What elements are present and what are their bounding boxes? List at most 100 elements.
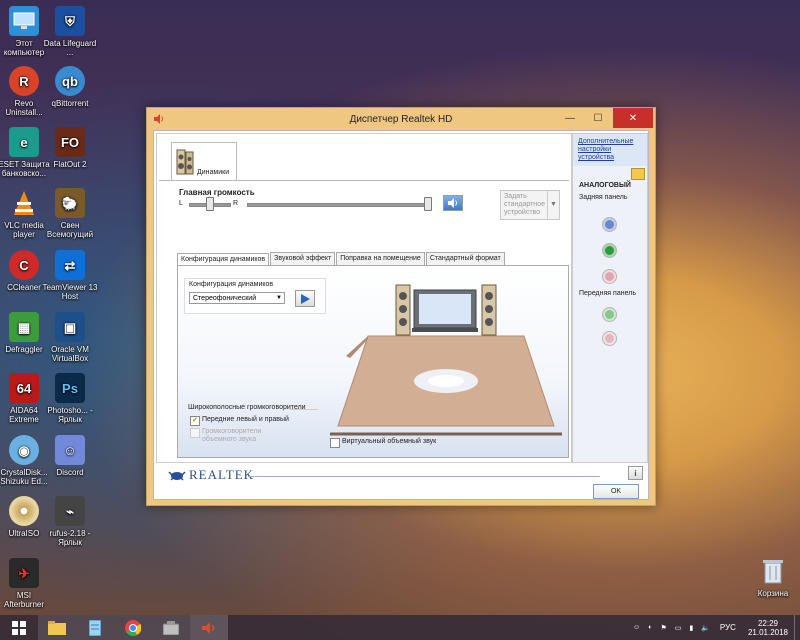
clock-time: 22:29 (757, 618, 778, 628)
desktop-icon-flatout[interactable]: FO FlatOut 2 (42, 127, 98, 169)
taskbar-explorer[interactable] (38, 615, 76, 640)
desktop-icon-teamviewer[interactable]: ⇄ TeamViewer 13 Host (42, 250, 98, 301)
advanced-settings-link[interactable]: Дополнительные настройки устройства (573, 134, 647, 166)
desktop-icon-label: Data Lifeguard ... (43, 39, 97, 57)
maximize-button[interactable]: ☐ (585, 108, 611, 128)
speakers-icon (176, 149, 194, 175)
eset-tray-icon[interactable]: ◐ (648, 624, 652, 631)
network-tray-icon[interactable]: ▮ (689, 624, 693, 632)
speaker-config-select[interactable]: Стереофонический ▼ (189, 292, 285, 304)
jack-pink[interactable] (603, 270, 616, 283)
speaker-room-visual (330, 284, 562, 436)
volume-tray-icon[interactable]: 🔈 (701, 624, 710, 632)
tab-default-format[interactable]: Стандартный формат (425, 252, 505, 265)
jack-green[interactable] (603, 244, 616, 257)
discord-icon: ☺ (55, 435, 85, 465)
main-panel: Динамики Главная громкость L R Задать ст… (156, 133, 572, 463)
sven-icon: 🐑 (55, 188, 85, 218)
desktop-icon-label: qBittorrent (51, 99, 89, 108)
tab-divider (159, 180, 569, 181)
jack-front-pink[interactable] (603, 332, 616, 345)
desktop-icon-label: FlatOut 2 (53, 160, 87, 169)
jack-front-green[interactable] (603, 308, 616, 321)
show-desktop-button[interactable] (794, 615, 800, 640)
flatout-icon: FO (55, 127, 85, 157)
realtek-logo: REALTEK (168, 467, 254, 483)
realtek-window: Диспетчер Realtek HD — ☐ ✕ Динамики Глав… (146, 107, 656, 506)
discord-tray-icon[interactable]: ☺ (633, 624, 640, 631)
desktop-icon-label: UltraISO (8, 529, 40, 538)
taskbar-chrome[interactable] (114, 615, 152, 640)
desktop-icon-rufus[interactable]: ⌁ rufus-2.18 - Ярлык (42, 496, 98, 547)
desktop-icon-qbittorrent[interactable]: qb qBittorrent (42, 66, 98, 108)
desktop-icon-label: rufus-2.18 - Ярлык (49, 529, 91, 547)
mute-button[interactable] (443, 195, 463, 211)
defraggler-icon: ▦ (9, 312, 39, 342)
settings-tabs: Конфигурация динамиков Звуковой эффект П… (177, 252, 506, 266)
desktop-icon-virtualbox[interactable]: ▣ Oracle VM VirtualBox (42, 312, 98, 363)
desktop-icon-photoshop[interactable]: Ps Photosho... - Ярлык (42, 373, 98, 424)
desktop-icon-sven[interactable]: 🐑 Свен Всемогущий (42, 188, 98, 239)
jack-blue[interactable] (603, 218, 616, 231)
teamviewer-icon: ⇄ (55, 250, 85, 280)
qbittorrent-icon: qb (55, 66, 85, 96)
group-line (290, 409, 318, 410)
tab-room-correction[interactable]: Поправка на помещение (336, 252, 425, 265)
speaker-app-icon (154, 114, 163, 124)
ok-button[interactable]: OK (593, 484, 639, 499)
start-button[interactable] (0, 615, 38, 640)
main-volume-label: Главная громкость (179, 188, 255, 197)
play-test-button[interactable] (295, 290, 315, 307)
close-button[interactable]: ✕ (613, 108, 653, 128)
taskbar-archiver[interactable] (152, 615, 190, 640)
device-tab-label: Динамики (197, 169, 230, 176)
data-lifeguard-icon: ⛨ (55, 6, 85, 36)
device-tab-speakers[interactable]: Динамики (171, 142, 237, 180)
set-default-label: Задать стандартное устройство (504, 193, 545, 216)
config-group: Конфигурация динамиков Стереофонический … (184, 278, 326, 314)
desktop-icon-label: CrystalDisk... Shizuku Ed... (0, 468, 48, 486)
client-area: Динамики Главная громкость L R Задать ст… (153, 130, 649, 500)
set-default-device-button[interactable]: Задать стандартное устройство ▼ (500, 190, 560, 220)
taskbar-realtek[interactable] (190, 615, 228, 640)
system-tray: ☺ ◐ ⚑ ▭ ▮ 🔈 РУС 22:29 21.01.2018 (629, 615, 800, 640)
right-speaker-icon (481, 284, 497, 336)
desktop-icon-label: Oracle VM VirtualBox (51, 345, 89, 363)
minimize-button[interactable]: — (557, 108, 583, 128)
windows-logo-icon (12, 620, 26, 635)
front-lr-checkbox[interactable]: ✔ (190, 416, 200, 426)
play-icon (301, 293, 310, 304)
desktop-icon-label: Свен Всемогущий (46, 221, 94, 239)
aida64-icon: 64 (9, 373, 39, 403)
front-lr-label: Передние левый и правый (202, 416, 289, 423)
taskbar-notepad[interactable] (76, 615, 114, 640)
desktop-icon-msi-afterburner[interactable]: ✈ MSI Afterburner (0, 558, 52, 609)
fullrange-group: Широкополосные громкоговорители ✔ Передн… (184, 404, 324, 452)
notepad-icon (89, 619, 101, 636)
desktop-icon-discord[interactable]: ☺ Discord (42, 435, 98, 477)
volume-slider[interactable] (247, 203, 429, 207)
surround-checkbox[interactable] (190, 428, 200, 438)
display-tray-icon[interactable]: ▭ (675, 624, 682, 632)
balance-right-label: R (233, 200, 239, 207)
clock[interactable]: 22:29 21.01.2018 (748, 619, 788, 637)
revo-uninstaller-icon: R (9, 66, 39, 96)
virtualbox-icon: ▣ (55, 312, 85, 342)
photoshop-icon: Ps (55, 373, 85, 403)
titlebar[interactable]: Диспетчер Realtek HD — ☐ ✕ (147, 108, 655, 130)
folder-icon[interactable] (631, 168, 645, 180)
desktop-icon-recycle-bin[interactable]: Корзина (745, 556, 800, 598)
tab-sound-effect[interactable]: Звуковой эффект (270, 252, 336, 265)
volume-slider-thumb[interactable] (424, 197, 432, 211)
balance-slider-thumb[interactable] (206, 197, 214, 211)
archiver-icon (163, 620, 179, 635)
speaker-config-panel: Конфигурация динамиков Стереофонический … (177, 265, 569, 458)
flag-tray-icon[interactable]: ⚑ (660, 624, 666, 632)
language-indicator[interactable]: РУС (720, 623, 736, 632)
desktop-icon-data-lifeguard[interactable]: ⛨ Data Lifeguard ... (42, 6, 98, 57)
desktop-icon-label: Корзина (757, 589, 789, 598)
brand-line (248, 476, 600, 477)
rufus-usb-icon: ⌁ (55, 496, 85, 526)
info-icon[interactable]: i (628, 466, 643, 480)
virtual-surround-checkbox[interactable] (330, 438, 340, 448)
